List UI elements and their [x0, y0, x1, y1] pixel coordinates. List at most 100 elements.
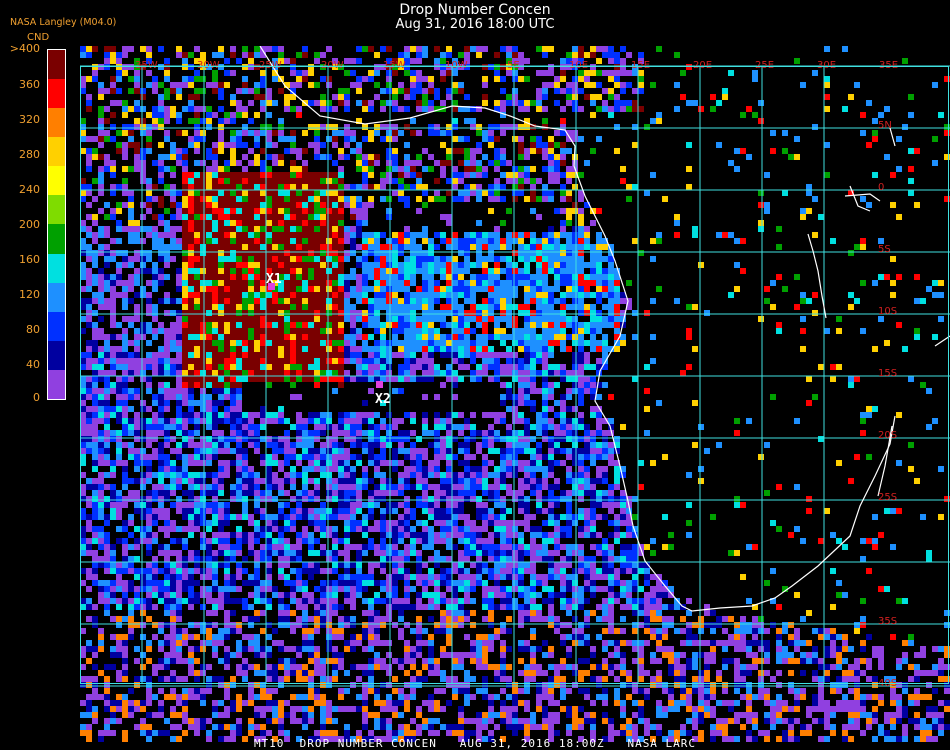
cloud-cell: [308, 268, 314, 274]
cloud-cell: [392, 448, 398, 454]
cloud-cell: [332, 322, 338, 328]
cloud-cell: [446, 322, 452, 328]
cloud-cell: [350, 454, 356, 460]
cloud-cell: [284, 316, 290, 322]
cloud-cell: [314, 202, 320, 208]
cloud-cell: [380, 358, 386, 364]
cloud-cell: [86, 250, 92, 256]
cloud-cell: [494, 298, 500, 304]
cloud-cell: [362, 466, 368, 472]
cloud-cell: [152, 82, 158, 88]
cloud-cell: [176, 226, 182, 232]
cloud-cell: [380, 322, 386, 328]
cloud-cell: [416, 334, 422, 340]
cloud-cell: [470, 496, 476, 502]
cloud-cell: [560, 196, 566, 202]
cloud-cell: [452, 124, 458, 130]
cloud-cell: [422, 238, 428, 244]
cloud-cell: [200, 328, 206, 334]
cloud-cell: [428, 298, 434, 304]
cloud-cell: [86, 316, 92, 322]
cloud-cell: [260, 406, 266, 412]
cloud-cell: [542, 70, 548, 76]
cloud-cell: [284, 358, 290, 364]
cloud-cell: [482, 340, 488, 346]
cloud-cell: [386, 130, 392, 136]
cloud-cell: [362, 184, 368, 190]
cloud-cell: [542, 268, 548, 274]
cloud-cell: [398, 316, 404, 322]
cloud-cell: [170, 388, 176, 394]
cloud-cell: [236, 454, 242, 460]
cloud-cell: [566, 82, 572, 88]
cloud-cell: [572, 280, 578, 286]
cloud-cell: [122, 154, 128, 160]
cloud-cell: [890, 172, 896, 178]
cloud-cell: [464, 250, 470, 256]
cloud-cell: [464, 478, 470, 484]
cloud-cell: [92, 148, 98, 154]
cloud-cell: [488, 286, 494, 292]
cloud-cell: [218, 490, 224, 496]
cloud-cell: [200, 316, 206, 322]
cloud-cell: [398, 52, 404, 58]
cloud-cell: [554, 154, 560, 160]
cloud-cell: [248, 352, 254, 358]
cloud-cell: [428, 238, 434, 244]
cloud-cell: [422, 304, 428, 310]
cloud-cell: [488, 496, 494, 502]
cloud-cell: [734, 166, 740, 172]
cloud-cell: [554, 316, 560, 322]
cloud-cell: [512, 124, 518, 130]
cloud-cell: [386, 460, 392, 466]
cloud-cell: [92, 406, 98, 412]
cloud-cell: [572, 460, 578, 466]
cloud-cell: [194, 274, 200, 280]
cloud-cell: [590, 316, 596, 322]
cloud-cell: [344, 292, 350, 298]
cloud-cell: [386, 436, 392, 442]
cloud-cell: [524, 148, 530, 154]
cloud-cell: [416, 208, 422, 214]
cloud-cell: [368, 448, 374, 454]
cloud-cell: [518, 100, 524, 106]
cloud-cell: [500, 460, 506, 466]
cloud-cell: [560, 406, 566, 412]
cloud-cell: [422, 454, 428, 460]
cloud-cell: [356, 166, 362, 172]
cloud-cell: [164, 226, 170, 232]
cloud-cell: [428, 166, 434, 172]
cloud-cell: [548, 178, 554, 184]
cloud-cell: [476, 322, 482, 328]
cloud-cell: [554, 208, 560, 214]
cloud-cell: [224, 184, 230, 190]
cloud-cell: [596, 490, 602, 496]
cloud-cell: [206, 310, 212, 316]
cloud-cell: [398, 460, 404, 466]
cloud-cell: [344, 250, 350, 256]
cloud-cell: [500, 184, 506, 190]
cloud-cell: [104, 460, 110, 466]
cloud-cell: [566, 454, 572, 460]
cloud-cell: [128, 130, 134, 136]
cloud-cell: [314, 478, 320, 484]
cloud-cell: [518, 400, 524, 406]
cloud-cell: [320, 376, 326, 382]
cloud-cell: [218, 352, 224, 358]
cloud-cell: [464, 436, 470, 442]
cloud-cell: [560, 292, 566, 298]
cloud-cell: [332, 244, 338, 250]
cloud-cell: [506, 244, 512, 250]
cloud-cell: [188, 106, 194, 112]
cloud-cell: [86, 442, 92, 448]
cloud-cell: [134, 154, 140, 160]
cloud-cell: [110, 136, 116, 142]
cloud-cell: [500, 466, 506, 472]
cloud-cell: [344, 304, 350, 310]
cloud-cell: [560, 244, 566, 250]
cloud-cell: [596, 418, 602, 424]
cloud-cell: [176, 418, 182, 424]
cloud-cell: [482, 76, 488, 82]
cloud-cell: [380, 244, 386, 250]
cloud-cell: [236, 112, 242, 118]
